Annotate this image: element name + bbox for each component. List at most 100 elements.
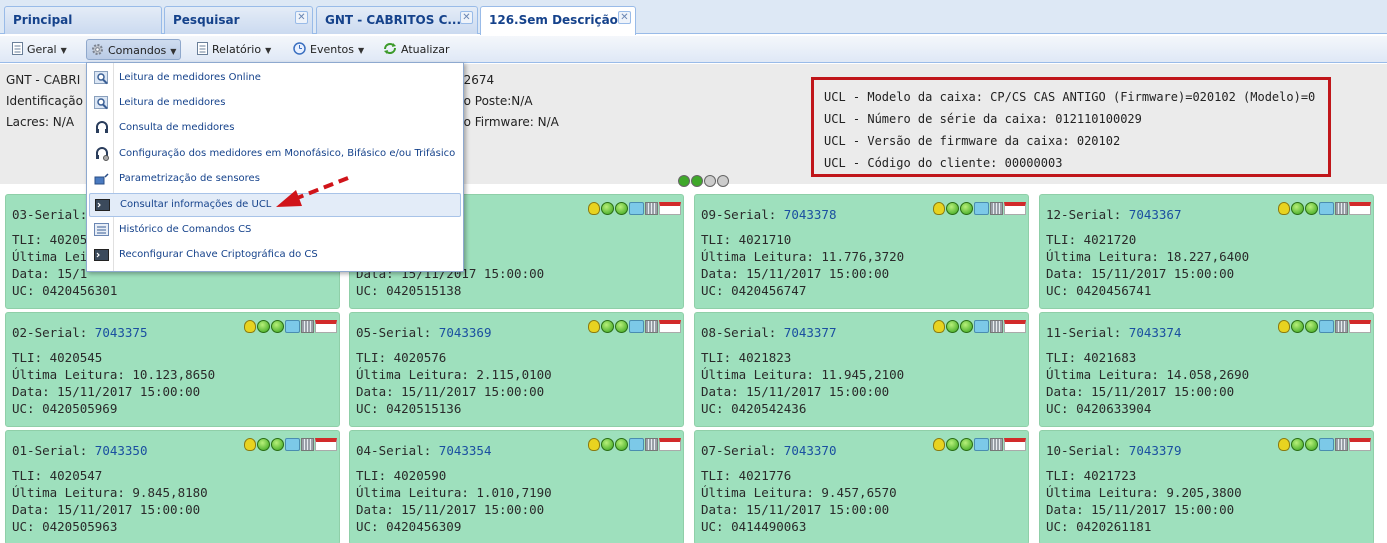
calendar-icon[interactable]	[659, 438, 681, 451]
tab-sem-descricao[interactable]: 126.Sem Descrição ✕	[480, 6, 636, 35]
card-serial-link[interactable]: 7043374	[1129, 325, 1182, 340]
info-mid: 12674 do Poste:N/A do Firmware: N/A	[456, 70, 559, 133]
meter-icon[interactable]	[990, 320, 1003, 333]
meter-icon[interactable]	[1335, 202, 1348, 215]
modem-icon[interactable]	[974, 202, 989, 215]
meter-icon[interactable]	[1335, 438, 1348, 451]
bulb-icon[interactable]	[588, 438, 600, 451]
meter-card[interactable]: 07-Serial: 7043370 TLI: 4021776 Última Lei…	[694, 430, 1029, 543]
meter-card[interactable]: 11-Serial: 7043374 TLI: 4021683 Última Lei…	[1039, 312, 1374, 427]
status-green-icon	[601, 320, 614, 333]
bulb-icon[interactable]	[1278, 438, 1290, 451]
card-serial-link[interactable]: 7043375	[95, 325, 148, 340]
card-ultima-leitura: Última Leitura: 14.058,2690	[1046, 367, 1250, 382]
calendar-icon[interactable]	[1349, 320, 1371, 333]
calendar-icon[interactable]	[659, 202, 681, 215]
tab-pesquisar[interactable]: Pesquisar ✕	[164, 6, 313, 34]
bulb-icon[interactable]	[244, 438, 256, 451]
bulb-icon[interactable]	[1278, 202, 1290, 215]
bulb-icon[interactable]	[933, 202, 945, 215]
tab-gnt-cabritos[interactable]: GNT - CABRITOS C... ✕	[316, 6, 478, 34]
card-serial-link[interactable]: 7043350	[95, 443, 148, 458]
modem-icon[interactable]	[629, 438, 644, 451]
card-serial-link[interactable]: 7043379	[1129, 443, 1182, 458]
card-uc: UC: 0414490063	[701, 519, 807, 534]
document-icon	[12, 42, 23, 55]
modem-icon[interactable]	[285, 438, 300, 451]
menu-item-historico[interactable]: Histórico de Comandos CS	[89, 219, 461, 243]
tab-principal[interactable]: Principal	[4, 6, 162, 34]
card-serial-prefix: 04-Serial:	[356, 443, 439, 458]
bulb-icon[interactable]	[244, 320, 256, 333]
meter-icon[interactable]	[1335, 320, 1348, 333]
calendar-icon[interactable]	[1004, 438, 1026, 451]
modem-icon[interactable]	[1319, 202, 1334, 215]
geral-button[interactable]: Geral ▼	[8, 39, 71, 60]
meter-card[interactable]: 08-Serial: 7043377 TLI: 4021823 Última Lei…	[694, 312, 1029, 427]
card-serial-link[interactable]: 7043378	[784, 207, 837, 222]
calendar-icon[interactable]	[1004, 202, 1026, 215]
report-icon	[197, 42, 208, 55]
bulb-icon[interactable]	[588, 320, 600, 333]
card-serial-link[interactable]: 7043370	[784, 443, 837, 458]
menu-item-configuracao[interactable]: Configuração dos medidores em Monofásico…	[89, 143, 461, 167]
meter-card[interactable]: 01-Serial: 7043350 TLI: 4020547 Última Lei…	[5, 430, 340, 543]
modem-icon[interactable]	[1319, 438, 1334, 451]
pager-dots[interactable]	[678, 175, 730, 190]
calendar-icon[interactable]	[315, 320, 337, 333]
card-status-icons	[932, 438, 1026, 452]
card-serial-line: 04-Serial: 7043354	[356, 443, 491, 458]
status-green-icon	[1291, 320, 1304, 333]
meter-icon[interactable]	[990, 438, 1003, 451]
bulb-icon[interactable]	[933, 438, 945, 451]
meter-icon[interactable]	[990, 202, 1003, 215]
meter-card[interactable]: 04-Serial: 7043354 TLI: 4020590 Última Lei…	[349, 430, 684, 543]
card-serial-prefix: 08-Serial:	[701, 325, 784, 340]
meter-icon[interactable]	[645, 202, 658, 215]
comandos-button[interactable]: Comandos ▼	[86, 39, 182, 60]
menu-item-leitura[interactable]: Leitura de medidores	[89, 92, 461, 116]
card-tli: TLI: 4020545	[12, 350, 103, 365]
meter-icon[interactable]	[301, 320, 314, 333]
calendar-icon[interactable]	[1004, 320, 1026, 333]
card-data: Data: 15/11/2017 15:00:00	[356, 384, 545, 399]
meter-icon[interactable]	[645, 320, 658, 333]
modem-icon[interactable]	[285, 320, 300, 333]
modem-icon[interactable]	[974, 320, 989, 333]
card-serial-prefix: 09-Serial:	[701, 207, 784, 222]
card-serial-link[interactable]: 7043367	[1129, 207, 1182, 222]
modem-icon[interactable]	[1319, 320, 1334, 333]
eventos-button[interactable]: Eventos ▼	[289, 39, 368, 60]
card-serial-link[interactable]: 7043369	[439, 325, 492, 340]
card-serial-prefix: 03-Serial:	[12, 207, 88, 222]
meter-icon[interactable]	[301, 438, 314, 451]
meter-card[interactable]: 09-Serial: 7043378 TLI: 4021710 Última Lei…	[694, 194, 1029, 309]
modem-icon[interactable]	[629, 202, 644, 215]
modem-icon[interactable]	[629, 320, 644, 333]
close-icon[interactable]: ✕	[618, 11, 631, 24]
card-serial-link[interactable]: 7043377	[784, 325, 837, 340]
menu-item-leitura-online[interactable]: Leitura de medidores Online	[89, 67, 461, 91]
calendar-icon[interactable]	[1349, 438, 1371, 451]
meter-card[interactable]: 12-Serial: 7043367 TLI: 4021720 Última Lei…	[1039, 194, 1374, 309]
modem-icon[interactable]	[974, 438, 989, 451]
meter-icon[interactable]	[645, 438, 658, 451]
calendar-icon[interactable]	[315, 438, 337, 451]
close-icon[interactable]: ✕	[295, 11, 308, 24]
menu-item-consulta[interactable]: Consulta de medidores	[89, 117, 461, 141]
bulb-icon[interactable]	[588, 202, 600, 215]
card-serial-link[interactable]: 7043354	[439, 443, 492, 458]
meter-card[interactable]: 02-Serial: 7043375 TLI: 4020545 Última Lei…	[5, 312, 340, 427]
meter-card[interactable]: 05-Serial: 7043369 TLI: 4020576 Última Lei…	[349, 312, 684, 427]
menu-item-reconfigurar-chave[interactable]: Reconfigurar Chave Criptográfica do CS	[89, 244, 461, 268]
close-icon[interactable]: ✕	[460, 11, 473, 24]
card-uc: UC: 0420633904	[1046, 401, 1152, 416]
calendar-icon[interactable]	[1349, 202, 1371, 215]
atualizar-button[interactable]: Atualizar	[379, 39, 454, 60]
calendar-icon[interactable]	[659, 320, 681, 333]
relatorio-button[interactable]: Relatório ▼	[193, 39, 275, 60]
meter-card[interactable]: 10-Serial: 7043379 TLI: 4021723 Última Lei…	[1039, 430, 1374, 543]
info-lacres: Lacres: N/A	[6, 115, 75, 129]
bulb-icon[interactable]	[1278, 320, 1290, 333]
bulb-icon[interactable]	[933, 320, 945, 333]
